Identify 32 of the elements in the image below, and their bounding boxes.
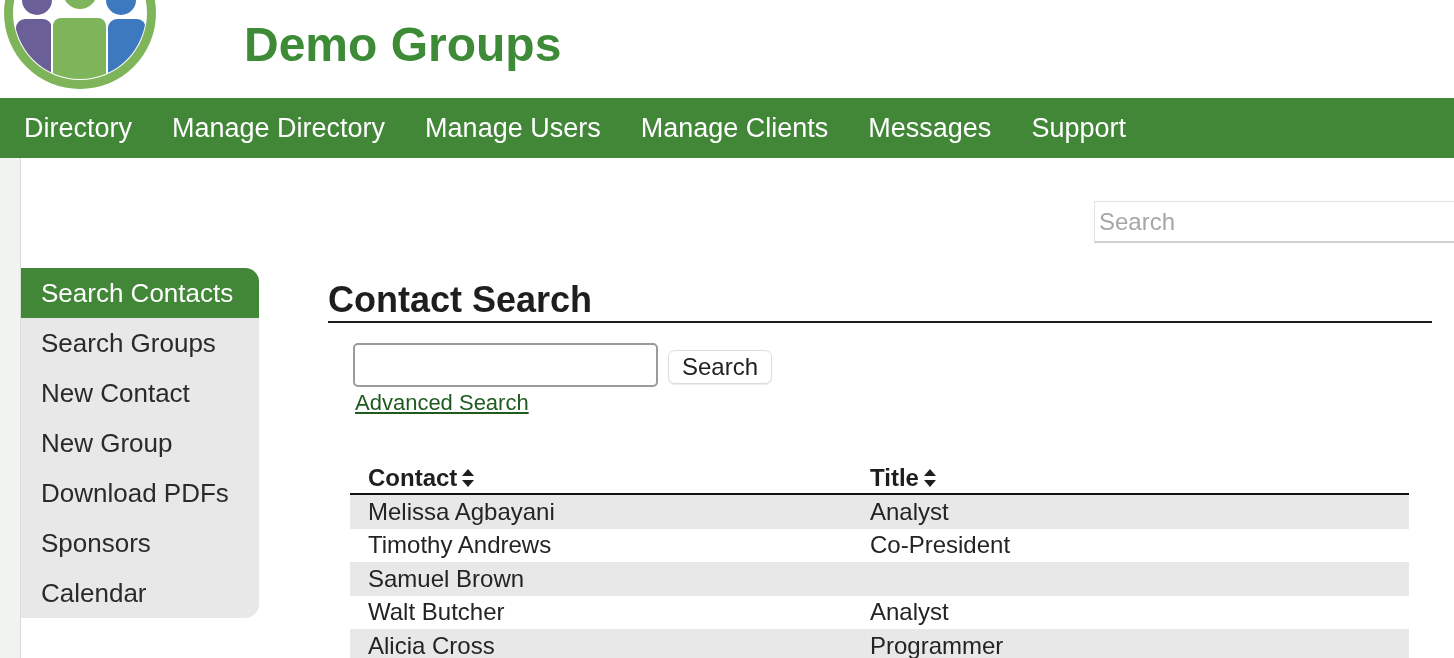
sort-icon <box>923 469 936 487</box>
site-title: Demo Groups <box>244 17 562 73</box>
sort-icon <box>462 469 475 487</box>
nav-link[interactable]: Manage Directory <box>152 112 406 144</box>
search-field[interactable]: Search <box>1094 201 1454 243</box>
column-header[interactable]: Title <box>852 464 936 492</box>
search-button[interactable]: Search <box>668 350 773 384</box>
sidebar-item[interactable]: Search Groups <box>21 318 259 368</box>
search-input[interactable] <box>353 343 658 387</box>
column-header[interactable]: Contact <box>350 464 475 492</box>
sidebar-item[interactable]: Download PDFs <box>21 468 259 518</box>
table-cell-text: Walt Butcher <box>367 598 505 627</box>
nav-link[interactable]: Manage Users <box>405 112 621 144</box>
nav-link[interactable]: Support <box>1011 112 1146 144</box>
table-cell-text: Timothy Andrews <box>367 531 552 560</box>
sidebar-item[interactable]: New Contact <box>21 368 259 418</box>
table-cell-text: Samuel Brown <box>367 564 525 593</box>
nav-link[interactable]: Messages <box>848 112 1012 144</box>
table-cell-text: Analyst <box>869 598 949 627</box>
sidebar-item[interactable]: New Group <box>21 418 259 468</box>
advanced-search-link[interactable]: Advanced Search <box>355 390 529 415</box>
table-cell-text: Alicia Cross <box>367 631 495 658</box>
table-cell-text: Analyst <box>869 497 949 526</box>
sidebar-item[interactable]: Calendar <box>21 568 259 618</box>
table-cell-text: Co-President <box>869 531 1011 560</box>
nav-link[interactable]: Manage Clients <box>620 112 849 144</box>
page-heading: Contact Search <box>328 279 593 321</box>
table-cell-text: Programmer <box>869 631 1004 658</box>
table-cell-text: Melissa Agbayani <box>367 497 555 526</box>
sidebar-item[interactable]: Search Contacts <box>21 268 259 318</box>
sidebar-item[interactable]: Sponsors <box>21 518 259 568</box>
nav-link[interactable]: Directory <box>4 112 152 144</box>
